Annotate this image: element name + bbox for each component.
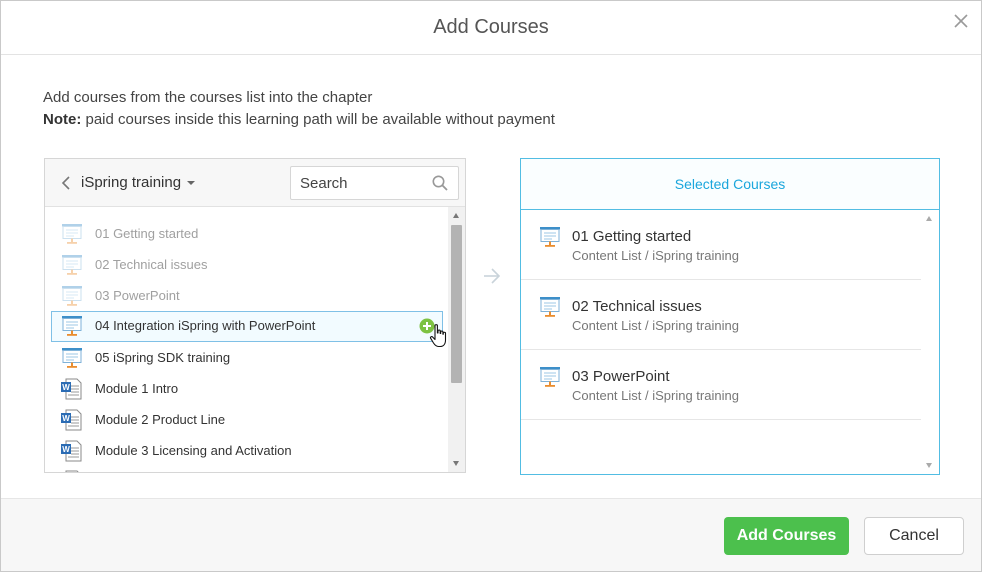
caret-down-icon xyxy=(187,181,196,186)
list-item[interactable]: Module 1 Intro xyxy=(51,374,443,403)
scroll-up-icon[interactable] xyxy=(926,216,932,221)
close-icon[interactable] xyxy=(951,11,971,31)
selected-course-path: Content List / iSpring training xyxy=(572,388,739,403)
scroll-down-icon[interactable] xyxy=(926,463,932,468)
courses-list: 01 Getting started 02 Technical issues 0… xyxy=(45,207,465,472)
presentation-icon xyxy=(60,346,84,370)
presentation-icon xyxy=(60,314,84,338)
selected-course-item[interactable]: 02 Technical issues Content List / iSpri… xyxy=(521,280,921,350)
list-item[interactable]: 05 iSpring SDK training xyxy=(51,343,443,372)
list-item[interactable]: 02 Technical issues xyxy=(51,250,443,279)
selected-course-item[interactable]: 01 Getting started Content List / iSprin… xyxy=(521,210,921,280)
selected-course-title: 01 Getting started xyxy=(572,228,692,245)
note-label: Note: xyxy=(43,111,82,128)
courses-list-header: iSpring training xyxy=(45,159,465,207)
list-item-label: 02 Technical issues xyxy=(95,257,208,272)
list-item[interactable]: Module 2 Product Line xyxy=(51,405,443,434)
list-item[interactable]: 04 Integration iSpring with PowerPoint xyxy=(51,311,447,348)
selected-courses-header: Selected Courses xyxy=(521,159,939,210)
list-item-label: Module 1 Intro xyxy=(95,381,179,396)
presentation-icon xyxy=(538,295,562,319)
word-document-icon xyxy=(60,377,84,401)
dialog-title: Add Courses xyxy=(433,16,549,38)
list-item[interactable]: Module 3 Licensing and Activation xyxy=(51,436,443,465)
list-item-label: Module 2 Product Line xyxy=(95,412,226,427)
selected-courses-panel: Selected Courses 01 Getting started Cont… xyxy=(520,158,940,475)
chevron-left-icon[interactable] xyxy=(59,174,73,192)
courses-list-scrollbar[interactable] xyxy=(448,207,465,472)
selected-courses-scrollbar[interactable] xyxy=(921,210,939,474)
document-icon xyxy=(60,469,84,472)
arrow-right-icon xyxy=(484,268,501,284)
search-input[interactable] xyxy=(291,167,426,199)
cancel-button[interactable]: Cancel xyxy=(864,517,964,555)
word-document-icon xyxy=(60,439,84,463)
presentation-icon xyxy=(60,253,84,277)
add-courses-dialog: Add Courses Add courses from the courses… xyxy=(0,0,982,572)
selected-course-item[interactable]: 03 PowerPoint Content List / iSpring tra… xyxy=(521,350,921,420)
list-item-label: 03 PowerPoint xyxy=(95,288,180,303)
list-item[interactable]: 01 Getting started xyxy=(51,219,443,248)
selected-course-path: Content List / iSpring training xyxy=(572,248,739,263)
intro-line: Add courses from the courses list into t… xyxy=(43,89,373,106)
note-text: paid courses inside this learning path w… xyxy=(81,111,555,128)
selected-courses-list: 01 Getting started Content List / iSprin… xyxy=(521,210,921,474)
intro-note: Note: paid courses inside this learning … xyxy=(43,109,555,131)
intro-text: Add courses from the courses list into t… xyxy=(43,87,555,131)
selected-course-path: Content List / iSpring training xyxy=(572,318,739,333)
selected-courses-title: Selected Courses xyxy=(674,176,786,192)
selected-course-title: 03 PowerPoint xyxy=(572,368,670,385)
scroll-up-icon[interactable] xyxy=(453,213,459,218)
list-item[interactable]: 03 PowerPoint xyxy=(51,281,443,310)
presentation-icon xyxy=(60,284,84,308)
dialog-header: Add Courses xyxy=(1,1,981,55)
list-item-label: Module 3 Licensing and Activation xyxy=(95,443,292,458)
folder-dropdown[interactable]: iSpring training xyxy=(81,174,196,191)
presentation-icon xyxy=(538,225,562,249)
add-courses-button[interactable]: Add Courses xyxy=(724,517,849,555)
word-document-icon xyxy=(60,408,84,432)
list-item-label: 05 iSpring SDK training xyxy=(95,350,231,365)
list-item-label: 04 Integration iSpring with PowerPoint xyxy=(95,318,316,333)
scroll-down-icon[interactable] xyxy=(453,461,459,466)
presentation-icon xyxy=(538,365,562,389)
list-item-label: 01 Getting started xyxy=(95,226,199,241)
presentation-icon xyxy=(60,222,84,246)
dialog-footer: Add Courses Cancel xyxy=(1,498,981,571)
scrollbar-thumb[interactable] xyxy=(451,225,462,383)
selected-course-title: 02 Technical issues xyxy=(572,298,702,315)
courses-list-panel: iSpring training 01 Getting started 02 T… xyxy=(44,158,466,473)
folder-name: iSpring training xyxy=(81,174,182,191)
list-item-partial[interactable] xyxy=(51,466,443,472)
search-box xyxy=(290,166,459,200)
search-icon[interactable] xyxy=(431,174,449,192)
